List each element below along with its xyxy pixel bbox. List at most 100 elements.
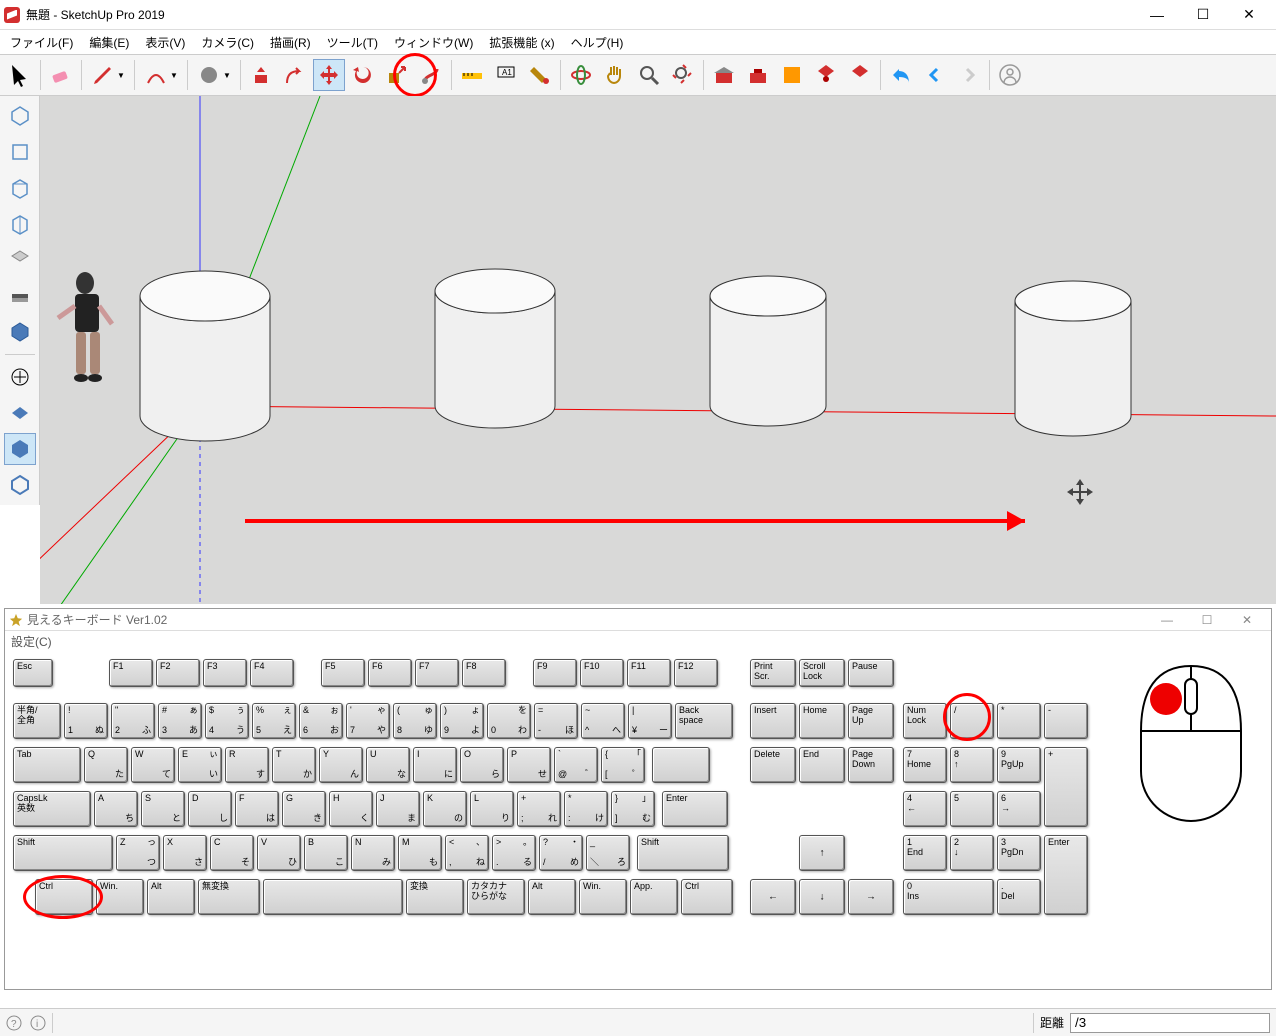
key-row4-9[interactable]: ?・/め: [539, 835, 583, 871]
key-numpad-1[interactable]: 1End: [903, 835, 947, 871]
key-row4-4[interactable]: Bこ: [304, 835, 348, 871]
key-numpad-7[interactable]: 7Home: [903, 747, 947, 783]
key-row4-3[interactable]: Vひ: [257, 835, 301, 871]
key-scrolllock[interactable]: ScrollLock: [799, 659, 845, 687]
key-row3-4[interactable]: Gき: [282, 791, 326, 827]
key-f12[interactable]: F12: [674, 659, 718, 687]
key-alt-left[interactable]: Alt: [147, 879, 195, 915]
key-numpad-8[interactable]: 8↑: [950, 747, 994, 783]
key-f4[interactable]: F4: [250, 659, 294, 687]
zoom-tool-icon[interactable]: [633, 59, 665, 91]
key-numpad-enter[interactable]: Enter: [1044, 835, 1088, 915]
key-numpad-3[interactable]: 3PgDn: [997, 835, 1041, 871]
key-capslock[interactable]: CapsLk英数: [13, 791, 91, 827]
close-button[interactable]: ✕: [1226, 2, 1272, 28]
forward-icon[interactable]: [953, 59, 985, 91]
key-row1-6[interactable]: 'ゃ7や: [346, 703, 390, 739]
kbd-close[interactable]: ✕: [1227, 613, 1267, 627]
paint-tool-icon[interactable]: [524, 59, 556, 91]
key-row3-9[interactable]: +;れ: [517, 791, 561, 827]
right-view-icon[interactable]: [4, 208, 36, 240]
menu-help[interactable]: ヘルプ(H): [563, 32, 632, 53]
key-home[interactable]: Home: [799, 703, 845, 739]
key-f7[interactable]: F7: [415, 659, 459, 687]
key-f10[interactable]: F10: [580, 659, 624, 687]
kbd-minimize[interactable]: —: [1147, 613, 1187, 627]
key-row1-4[interactable]: %ぇ5え: [252, 703, 296, 739]
key-f8[interactable]: F8: [462, 659, 506, 687]
info-icon[interactable]: i: [30, 1015, 46, 1031]
key-ctrl-right[interactable]: Ctrl: [681, 879, 733, 915]
key-numpad-minus[interactable]: -: [1044, 703, 1088, 739]
key-esc[interactable]: Esc: [13, 659, 53, 687]
key-row3-11[interactable]: }」]む: [611, 791, 655, 827]
extension-manager-icon[interactable]: [844, 59, 876, 91]
key-enter[interactable]: Enter: [662, 791, 728, 827]
back-view-icon[interactable]: [4, 244, 36, 276]
scale-tool-icon[interactable]: [381, 59, 413, 91]
key-row4-10[interactable]: _＼ろ: [586, 835, 630, 871]
key-f6[interactable]: F6: [368, 659, 412, 687]
key-numpad-decimal[interactable]: .Del: [997, 879, 1041, 915]
key-row1-9[interactable]: を0わ: [487, 703, 531, 739]
eraser-tool-icon[interactable]: [45, 59, 77, 91]
key-backspace[interactable]: Backspace: [675, 703, 733, 739]
key-row2-11[interactable]: {「[゜: [601, 747, 645, 783]
key-numpad-plus[interactable]: +: [1044, 747, 1088, 827]
menu-edit[interactable]: 編集(E): [81, 32, 137, 53]
shaded-icon[interactable]: [4, 433, 36, 465]
key-row1-10[interactable]: =-ほ: [534, 703, 578, 739]
key-shift-right[interactable]: Shift: [637, 835, 729, 871]
key-pageup[interactable]: PageUp: [848, 703, 894, 739]
key-row3-5[interactable]: Hく: [329, 791, 373, 827]
key-pagedown[interactable]: PageDown: [848, 747, 894, 783]
minimize-button[interactable]: —: [1134, 2, 1180, 28]
key-row4-5[interactable]: Nみ: [351, 835, 395, 871]
key-row1-7[interactable]: (ゅ8ゆ: [393, 703, 437, 739]
key-insert[interactable]: Insert: [750, 703, 796, 739]
key-kana[interactable]: カタカナひらがな: [467, 879, 525, 915]
pencil-tool-icon[interactable]: ▼: [86, 59, 130, 91]
key-row4-2[interactable]: Cそ: [210, 835, 254, 871]
key-row2-2[interactable]: Eぃい: [178, 747, 222, 783]
key-arrow-up[interactable]: ↑: [799, 835, 845, 871]
key-row3-10[interactable]: *:け: [564, 791, 608, 827]
key-row2-1[interactable]: Wて: [131, 747, 175, 783]
arc-tool-icon[interactable]: ▼: [139, 59, 183, 91]
menu-draw[interactable]: 描画(R): [262, 32, 319, 53]
viewport-3d[interactable]: [40, 96, 1276, 604]
key-row2-4[interactable]: Tか: [272, 747, 316, 783]
key-f3[interactable]: F3: [203, 659, 247, 687]
key-muhenkan[interactable]: 無変換: [198, 879, 260, 915]
key-row1-3[interactable]: $ぅ4う: [205, 703, 249, 739]
followme-tool-icon[interactable]: [415, 59, 447, 91]
offset-tool-icon[interactable]: [279, 59, 311, 91]
key-f9[interactable]: F9: [533, 659, 577, 687]
wireframe-icon[interactable]: [4, 397, 36, 429]
tape-tool-icon[interactable]: [456, 59, 488, 91]
key-row2-6[interactable]: Uな: [366, 747, 410, 783]
key-row2-5[interactable]: Yん: [319, 747, 363, 783]
key-pause[interactable]: Pause: [848, 659, 894, 687]
help-icon[interactable]: ?: [6, 1015, 22, 1031]
key-row4-8[interactable]: >。.る: [492, 835, 536, 871]
key-row4-7[interactable]: <、,ね: [445, 835, 489, 871]
key-numpad-divide[interactable]: /: [950, 703, 994, 739]
key-row2-0[interactable]: Qた: [84, 747, 128, 783]
key-delete[interactable]: Delete: [750, 747, 796, 783]
key-row3-8[interactable]: Lり: [470, 791, 514, 827]
left-view-icon[interactable]: [4, 280, 36, 312]
menu-window[interactable]: ウィンドウ(W): [386, 32, 481, 53]
key-f11[interactable]: F11: [627, 659, 671, 687]
menu-view[interactable]: 表示(V): [137, 32, 193, 53]
key-row4-0[interactable]: Zっつ: [116, 835, 160, 871]
menu-file[interactable]: ファイル(F): [2, 32, 81, 53]
key-row2-9[interactable]: Pせ: [507, 747, 551, 783]
key-row3-6[interactable]: Jま: [376, 791, 420, 827]
key-space[interactable]: [263, 879, 403, 915]
key-row1-5[interactable]: &ぉ6お: [299, 703, 343, 739]
key-row3-2[interactable]: Dし: [188, 791, 232, 827]
key-row1-12[interactable]: |¥ー: [628, 703, 672, 739]
text-tool-icon[interactable]: A1: [490, 59, 522, 91]
key-row4-6[interactable]: Mも: [398, 835, 442, 871]
